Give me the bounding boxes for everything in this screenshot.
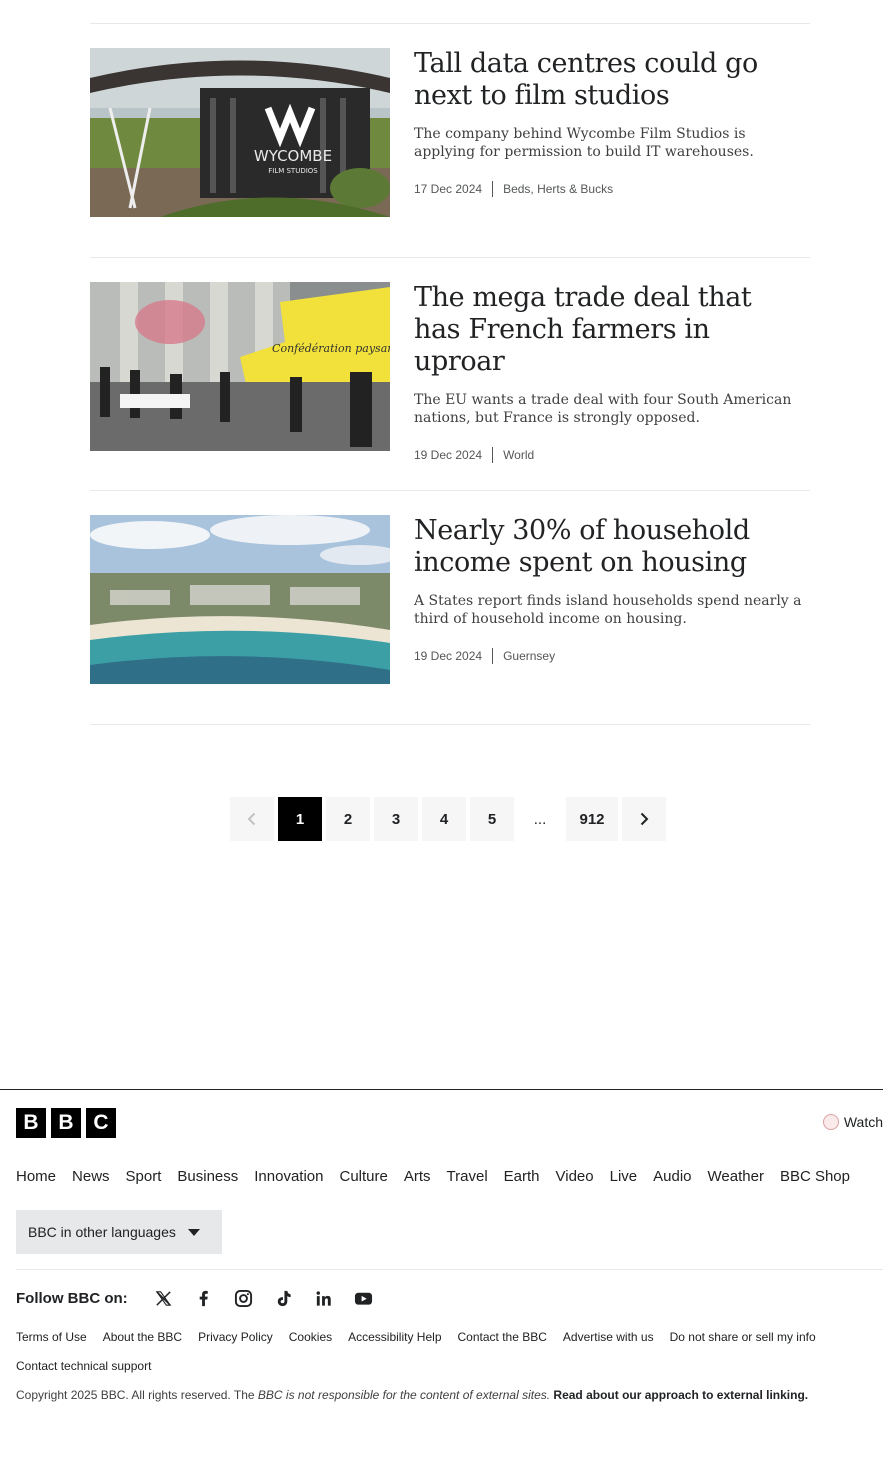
follow-label: Follow BBC on: [16, 1289, 128, 1307]
article-headline[interactable]: The mega trade deal that has French farm… [414, 282, 804, 378]
logo-letter: C [86, 1108, 116, 1138]
article-card[interactable]: WYCOMBE FILM STUDIOS Tall data centres c… [90, 48, 810, 218]
meta-separator [492, 181, 494, 197]
footer-nav: Home News Sport Business Innovation Cult… [16, 1168, 850, 1185]
watch-label: Watch [843, 1114, 883, 1130]
article-summary: A States report finds island households … [414, 593, 802, 627]
watch-live-link[interactable]: Watch [822, 1114, 883, 1130]
footer-nav-bbc-shop[interactable]: BBC Shop [780, 1168, 850, 1185]
footer-nav-earth[interactable]: Earth [504, 1168, 540, 1185]
article-headline[interactable]: Tall data centres could go next to film … [414, 48, 804, 112]
article-thumbnail[interactable] [90, 515, 390, 684]
article-summary: The EU wants a trade deal with four Sout… [414, 392, 792, 426]
thumb-banner-text: Confédération paysanne [272, 342, 390, 355]
copyright-bbc: BBC [257, 1388, 283, 1402]
thumb-sign-text: WYCOMBE [254, 147, 332, 165]
external-linking-link[interactable]: Read about our approach to external link… [553, 1388, 808, 1402]
other-languages-label: BBC in other languages [28, 1224, 176, 1240]
footer-links: Terms of Use About the BBC Privacy Polic… [16, 1328, 876, 1375]
bbc-logo[interactable]: B B C [16, 1108, 116, 1138]
divider [16, 1269, 883, 1270]
article-date: 19 Dec 2024 [414, 448, 483, 462]
article-card[interactable]: Nearly 30% of household income spent on … [90, 515, 810, 685]
footer-nav-arts[interactable]: Arts [404, 1168, 431, 1185]
page-button[interactable]: 2 [326, 797, 370, 841]
footer-nav-video[interactable]: Video [556, 1168, 594, 1185]
footer-link-accessibility[interactable]: Accessibility Help [348, 1328, 441, 1346]
article-section: World [503, 448, 535, 462]
article-date: 17 Dec 2024 [414, 182, 483, 196]
x-icon[interactable] [154, 1288, 174, 1308]
social-follow: Follow BBC on: [16, 1288, 374, 1308]
footer-nav-innovation[interactable]: Innovation [254, 1168, 323, 1185]
page-button[interactable]: 3 [374, 797, 418, 841]
footer-nav-business[interactable]: Business [177, 1168, 238, 1185]
footer-nav-audio[interactable]: Audio [653, 1168, 691, 1185]
previous-page-button[interactable] [230, 797, 274, 841]
thumb-sign-subtext: FILM STUDIOS [268, 167, 318, 175]
footer-link-contact[interactable]: Contact the BBC [458, 1328, 547, 1346]
other-languages-button[interactable]: BBC in other languages [16, 1210, 222, 1254]
divider [90, 257, 810, 258]
footer-nav-sport[interactable]: Sport [126, 1168, 162, 1185]
page-button-current[interactable]: 1 [278, 797, 322, 841]
footer-link-cookies[interactable]: Cookies [289, 1328, 332, 1346]
chevron-left-icon [247, 812, 256, 826]
footer-link-terms[interactable]: Terms of Use [16, 1328, 87, 1346]
next-page-button[interactable] [622, 797, 666, 841]
pagination-ellipsis: ... [533, 810, 547, 828]
footer-nav-culture[interactable]: Culture [340, 1168, 388, 1185]
page-button-last[interactable]: 912 [566, 797, 618, 841]
youtube-icon[interactable] [354, 1288, 374, 1308]
article-thumbnail[interactable]: Confédération paysanne [90, 282, 390, 451]
caret-down-icon [187, 1228, 200, 1236]
linkedin-icon[interactable] [314, 1288, 334, 1308]
logo-letter: B [51, 1108, 81, 1138]
meta-separator [492, 447, 494, 463]
article-date: 19 Dec 2024 [414, 649, 483, 663]
divider [90, 490, 810, 491]
copyright-disclaimer: is not responsible for the content of ex… [282, 1388, 554, 1402]
article-section: Beds, Herts & Bucks [503, 182, 614, 196]
footer-link-tech-support[interactable]: Contact technical support [16, 1357, 151, 1375]
chevron-right-icon [640, 812, 649, 826]
copyright-notice: Copyright 2025 BBC. All rights reserved.… [16, 1388, 808, 1402]
footer-nav-weather[interactable]: Weather [708, 1168, 764, 1185]
footer-nav-travel[interactable]: Travel [447, 1168, 488, 1185]
logo-letter: B [16, 1108, 46, 1138]
facebook-icon[interactable] [194, 1288, 214, 1308]
divider [90, 23, 810, 24]
footer-link-advertise[interactable]: Advertise with us [563, 1328, 654, 1346]
footer-link-about[interactable]: About the BBC [103, 1328, 182, 1346]
pagination: 1 2 3 4 5 ... 912 [230, 797, 666, 841]
page-button[interactable]: 5 [470, 797, 514, 841]
footer-nav-home[interactable]: Home [16, 1168, 56, 1185]
live-indicator-icon [822, 1114, 839, 1130]
meta-separator [492, 648, 494, 664]
article-headline[interactable]: Nearly 30% of household income spent on … [414, 515, 804, 579]
footer-link-do-not-sell[interactable]: Do not share or sell my info [670, 1328, 816, 1346]
article-section: Guernsey [503, 649, 556, 663]
page-button[interactable]: 4 [422, 797, 466, 841]
article-summary: The company behind Wycombe Film Studios … [414, 126, 754, 160]
article-thumbnail[interactable]: WYCOMBE FILM STUDIOS [90, 48, 390, 217]
divider [90, 724, 810, 725]
footer-nav-live[interactable]: Live [610, 1168, 638, 1185]
site-footer: B B C Watch Home News Sport Business Inn… [0, 1089, 883, 1468]
copyright-text: Copyright 2025 BBC. All rights reserved.… [16, 1388, 258, 1402]
footer-nav-news[interactable]: News [72, 1168, 110, 1185]
instagram-icon[interactable] [234, 1288, 254, 1308]
article-card[interactable]: Confédération paysanne The mega trade de… [90, 282, 810, 463]
tiktok-icon[interactable] [274, 1288, 294, 1308]
footer-link-privacy[interactable]: Privacy Policy [198, 1328, 273, 1346]
